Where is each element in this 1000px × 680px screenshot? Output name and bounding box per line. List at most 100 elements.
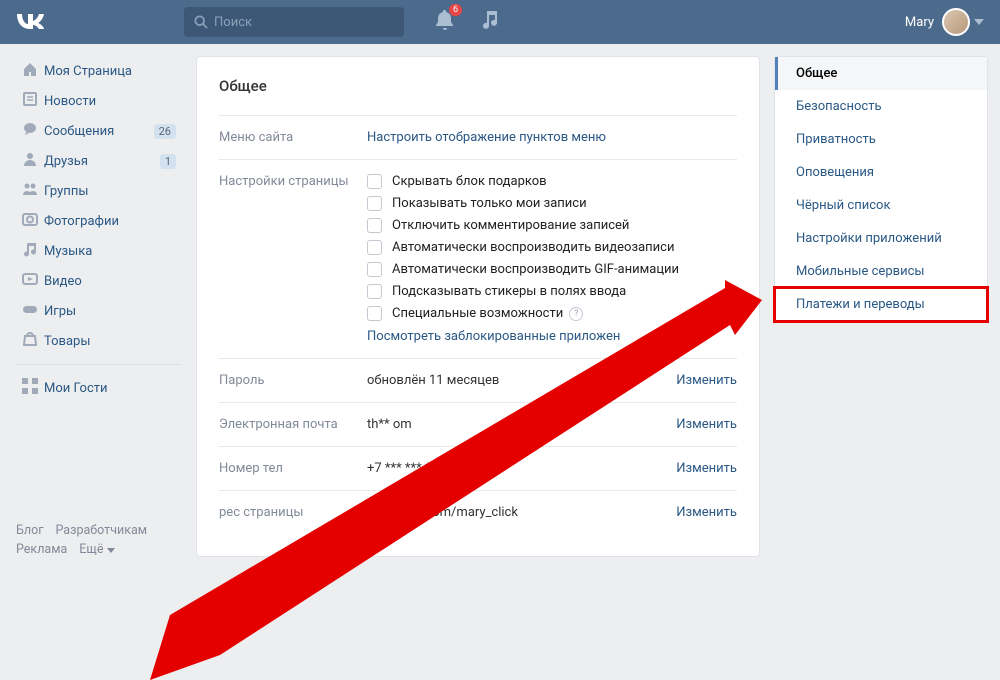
- settings-nav-item[interactable]: Оповещения: [775, 156, 987, 189]
- video-icon: [22, 271, 44, 291]
- sidebar-item-label: Фотографии: [44, 214, 119, 229]
- checkbox-row[interactable]: Скрывать блок подарков: [367, 174, 737, 189]
- left-sidebar: Моя Страница Новости Сообщения 26 Друзья 1 Гру…: [16, 56, 182, 557]
- sidebar-item-messages[interactable]: Сообщения 26: [16, 116, 182, 146]
- checkbox-label: Показывать только мои записи: [392, 196, 587, 211]
- configure-menu-link[interactable]: Настроить отображение пунктов меню: [367, 130, 606, 145]
- music-button[interactable]: [482, 11, 498, 33]
- market-icon: [22, 331, 44, 351]
- user-menu[interactable]: Mary: [905, 8, 984, 36]
- footer-developers[interactable]: Разработчикам: [55, 523, 147, 538]
- footer-blog[interactable]: Блог: [16, 523, 43, 538]
- help-icon[interactable]: ?: [569, 307, 583, 321]
- change-email-link[interactable]: Изменить: [676, 417, 737, 432]
- checkbox[interactable]: [367, 196, 382, 211]
- checkbox-row[interactable]: Отключить комментирование записей: [367, 218, 737, 233]
- music-icon: [22, 241, 44, 261]
- password-value: обновлён 11 месяцев: [367, 373, 499, 388]
- search-icon: [194, 15, 208, 29]
- top-header: Поиск 6 Mary: [0, 0, 1000, 44]
- section-label: Номер тел: [219, 461, 367, 476]
- settings-content: Общее Меню сайта Настроить отображение п…: [196, 56, 760, 557]
- user-name: Mary: [905, 15, 934, 30]
- chevron-down-icon: [107, 548, 115, 553]
- sidebar-item-label: Группы: [44, 184, 88, 199]
- sidebar-badge: 1: [160, 154, 176, 169]
- section-email: Электронная почта th** om Изменить: [219, 402, 737, 446]
- sidebar-badge: 26: [154, 124, 176, 139]
- checkbox-label: Автоматически воспроизводить видеозаписи: [392, 240, 674, 255]
- settings-nav-item[interactable]: Платежи и переводы: [775, 288, 987, 321]
- checkbox-label: Специальные возможности: [392, 306, 563, 321]
- footer-links: Блог Разработчикам Реклама Ещё: [16, 523, 182, 557]
- settings-nav-item[interactable]: Настройки приложений: [775, 222, 987, 255]
- checkbox-row[interactable]: Подсказывать стикеры в полях ввода: [367, 284, 737, 299]
- sidebar-item-photos[interactable]: Фотографии: [16, 206, 182, 236]
- change-address-link[interactable]: Изменить: [676, 505, 737, 520]
- checkbox-label: Скрывать блок подарков: [392, 174, 547, 189]
- section-label: Меню сайта: [219, 130, 367, 145]
- sidebar-item-label: Моя Страница: [44, 64, 132, 79]
- settings-nav-item[interactable]: Чёрный список: [775, 189, 987, 222]
- email-value: th** om: [367, 417, 412, 432]
- footer-ads[interactable]: Реклама: [16, 542, 67, 557]
- checkbox-row[interactable]: Показывать только мои записи: [367, 196, 737, 211]
- change-password-link[interactable]: Изменить: [676, 373, 737, 388]
- checkbox-row[interactable]: Автоматически воспроизводить GIF-анимаци…: [367, 262, 737, 277]
- friends-icon: [22, 151, 44, 171]
- change-phone-link[interactable]: Изменить: [676, 461, 737, 476]
- groups-icon: [22, 181, 44, 201]
- vk-logo[interactable]: [16, 10, 44, 34]
- checkbox-label: Автоматически воспроизводить GIF-анимаци…: [392, 262, 679, 277]
- sidebar-separator: [16, 364, 182, 365]
- checkbox[interactable]: [367, 284, 382, 299]
- blocked-apps-link[interactable]: Посмотреть заблокированные приложен: [367, 329, 620, 344]
- checkbox-label: Подсказывать стикеры в полях ввода: [392, 284, 626, 299]
- checkbox[interactable]: [367, 240, 382, 255]
- guests-icon: [22, 378, 44, 398]
- notifications-button[interactable]: 6: [436, 10, 454, 34]
- checkbox[interactable]: [367, 218, 382, 233]
- sidebar-item-music[interactable]: Музыка: [16, 236, 182, 266]
- search-placeholder: Поиск: [214, 15, 252, 30]
- footer-more[interactable]: Ещё: [79, 542, 114, 557]
- settings-nav-item[interactable]: Мобильные сервисы: [775, 255, 987, 288]
- notification-badge: 6: [449, 4, 462, 16]
- settings-nav-item[interactable]: Общее: [775, 57, 987, 90]
- section-label: Настройки страницы: [219, 174, 367, 344]
- section-page-settings: Настройки страницы Скрывать блок подарко…: [219, 159, 737, 358]
- checkbox[interactable]: [367, 262, 382, 277]
- section-label: Пароль: [219, 373, 367, 388]
- sidebar-item-games[interactable]: Игры: [16, 296, 182, 326]
- sidebar-item-label: Товары: [44, 334, 90, 349]
- sidebar-item-groups[interactable]: Группы: [16, 176, 182, 206]
- checkbox-label: Отключить комментирование записей: [392, 218, 629, 233]
- sidebar-item-label: Видео: [44, 274, 82, 289]
- checkbox[interactable]: [367, 306, 382, 321]
- sidebar-item-video[interactable]: Видео: [16, 266, 182, 296]
- sidebar-item-label: Сообщения: [44, 124, 114, 139]
- home-icon: [22, 61, 44, 81]
- sidebar-item-guests[interactable]: Мои Гости: [16, 373, 182, 403]
- sidebar-item-label: Игры: [44, 304, 76, 319]
- settings-nav: ОбщееБезопасностьПриватностьОповещенияЧё…: [774, 56, 988, 557]
- music-icon: [482, 11, 498, 29]
- sidebar-item-news[interactable]: Новости: [16, 86, 182, 116]
- section-password: Пароль обновлён 11 месяцев Изменить: [219, 358, 737, 402]
- settings-nav-item[interactable]: Безопасность: [775, 90, 987, 123]
- sidebar-item-friends[interactable]: Друзья 1: [16, 146, 182, 176]
- settings-nav-item[interactable]: Приватность: [775, 123, 987, 156]
- search-input[interactable]: Поиск: [184, 7, 404, 37]
- checkbox-row[interactable]: Специальные возможности?: [367, 306, 737, 321]
- section-menu: Меню сайта Настроить отображение пунктов…: [219, 115, 737, 159]
- sidebar-item-label: Новости: [44, 94, 96, 109]
- section-address: рес страницы https://vk.com/mary_click И…: [219, 490, 737, 534]
- games-icon: [22, 301, 44, 321]
- checkbox-row[interactable]: Автоматически воспроизводить видеозаписи: [367, 240, 737, 255]
- section-label: Электронная почта: [219, 417, 367, 432]
- sidebar-item-market[interactable]: Товары: [16, 326, 182, 356]
- checkbox[interactable]: [367, 174, 382, 189]
- sidebar-item-label: Друзья: [44, 154, 88, 169]
- address-value: https://vk.com/mary_click: [367, 505, 518, 520]
- sidebar-item-home[interactable]: Моя Страница: [16, 56, 182, 86]
